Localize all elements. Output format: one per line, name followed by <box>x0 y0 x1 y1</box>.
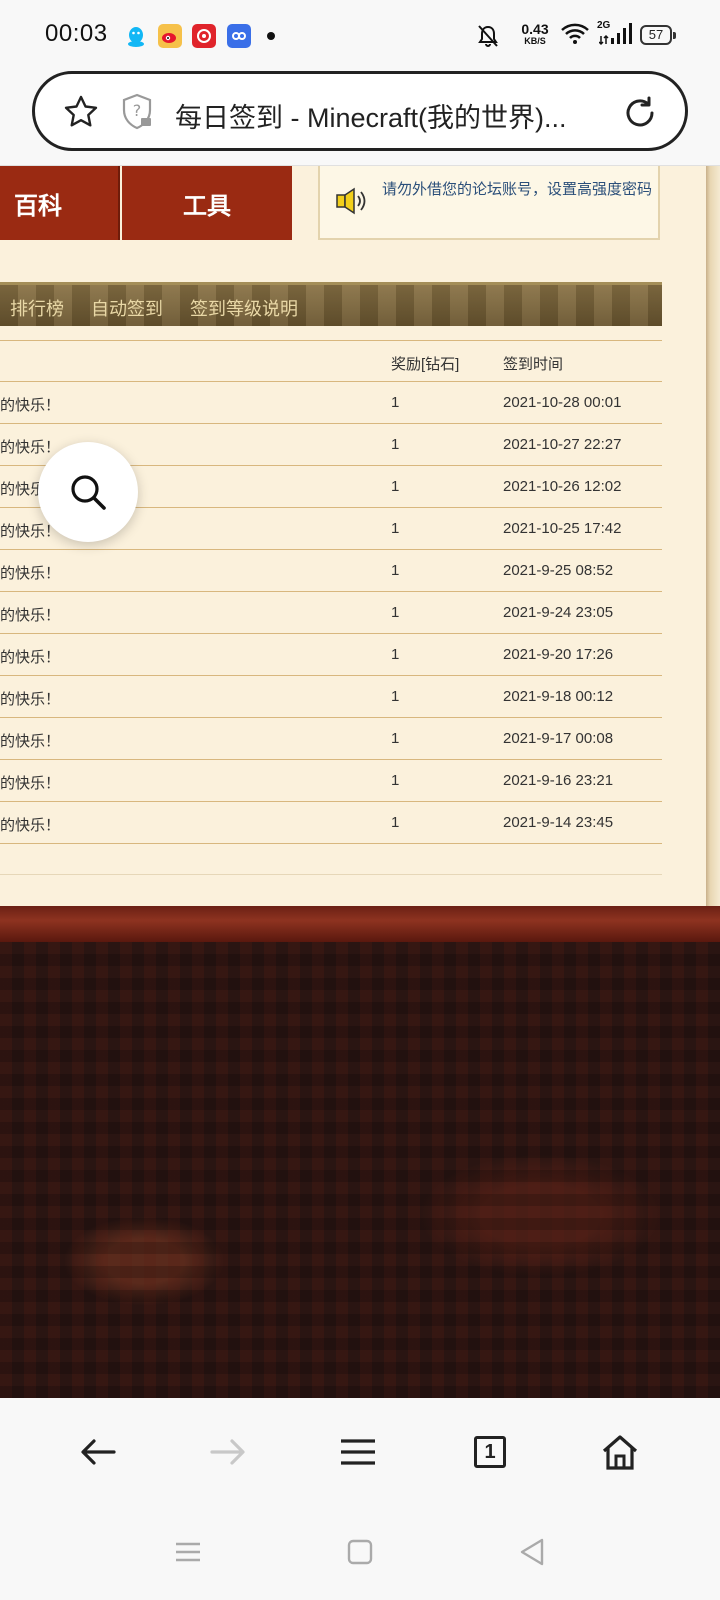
table-row: 的快乐！ 1 2021-9-16 23:21 <box>0 760 662 802</box>
page-right-border <box>706 166 720 906</box>
table-row: 的快乐！ 1 2021-9-20 17:26 <box>0 634 662 676</box>
status-bar: 00:03 0.43 KB/S 2G 57 <box>0 0 720 70</box>
sign-record-table: 奖励[钻石] 签到时间 的快乐！ 1 2021-10-28 00:01 的快乐！ 1 20… <box>0 340 662 844</box>
address-bar: ? 每日签到 - Minecraft(我的世界)... <box>0 70 720 166</box>
row-reward: 1 <box>391 604 400 621</box>
row-sign-time: 2021-10-28 00:01 <box>503 394 622 411</box>
sign-subnav: 排行榜 自动签到 签到等级说明 <box>0 282 662 326</box>
tab-count: 1 <box>474 1436 506 1468</box>
row-message: 的快乐！ <box>0 439 61 456</box>
web-content: 百科 工具 请勿外借您的论坛账号，设置高强度密码 排行榜 自动签到 签到等级说明… <box>0 166 720 1398</box>
net-speed: 0.43 KB/S <box>521 21 549 46</box>
netease-music-icon <box>192 24 216 48</box>
row-reward: 1 <box>391 772 400 789</box>
row-message: 的快乐！ <box>0 607 61 624</box>
system-navigation <box>0 1508 720 1600</box>
svg-text:?: ? <box>133 101 142 120</box>
address-pill[interactable]: ? 每日签到 - Minecraft(我的世界)... <box>32 71 688 151</box>
nav-tab-tools[interactable]: 工具 <box>122 166 292 240</box>
netherrack-background <box>0 942 720 1398</box>
row-message: 的快乐！ <box>0 817 61 834</box>
table-footer-line <box>0 874 662 875</box>
home-square-icon[interactable] <box>340 1532 380 1572</box>
row-message: 的快乐！ <box>0 397 61 414</box>
star-icon[interactable] <box>63 94 99 130</box>
table-row: 的快乐！ 1 2021-9-25 08:52 <box>0 550 662 592</box>
subnav-level-info[interactable]: 签到等级说明 <box>190 295 298 321</box>
forward-arrow-icon[interactable] <box>204 1428 252 1476</box>
search-button[interactable] <box>38 442 138 542</box>
subnav-auto-sign[interactable]: 自动签到 <box>91 295 163 321</box>
row-message: 的快乐！ <box>0 733 61 750</box>
row-sign-time: 2021-10-27 22:27 <box>503 436 622 453</box>
header-sign-time: 签到时间 <box>503 356 564 373</box>
table-header: 奖励[钻石] 签到时间 <box>0 340 662 382</box>
wifi-icon <box>560 22 590 51</box>
menu-icon[interactable] <box>334 1428 382 1476</box>
nav-tab-wiki[interactable]: 百科 <box>0 166 120 240</box>
search-icon <box>71 475 106 510</box>
speaker-icon <box>334 186 368 216</box>
row-reward: 1 <box>391 646 400 663</box>
browser-toolbar: 1 <box>0 1398 720 1508</box>
notice-box: 请勿外借您的论坛账号，设置高强度密码 <box>318 166 660 240</box>
table-row: 的快乐！ 1 2021-9-14 23:45 <box>0 802 662 844</box>
status-time: 00:03 <box>45 20 108 47</box>
row-message: 的快乐！ <box>0 649 61 666</box>
back-arrow-icon[interactable] <box>74 1428 122 1476</box>
row-message: 的快乐！ <box>0 565 61 582</box>
row-reward: 1 <box>391 436 400 453</box>
footer-band <box>0 906 720 942</box>
row-sign-time: 2021-9-17 00:08 <box>503 730 614 747</box>
tabs-button[interactable]: 1 <box>466 1428 514 1476</box>
row-message: 的快乐！ <box>0 775 61 792</box>
row-sign-time: 2021-9-18 00:12 <box>503 688 614 705</box>
row-reward: 1 <box>391 688 400 705</box>
row-sign-time: 2021-9-20 17:26 <box>503 646 614 663</box>
row-sign-time: 2021-9-24 23:05 <box>503 604 614 621</box>
header-reward: 奖励[钻石] <box>391 356 460 373</box>
row-reward: 1 <box>391 520 400 537</box>
row-reward: 1 <box>391 562 400 579</box>
row-reward: 1 <box>391 814 400 831</box>
row-reward: 1 <box>391 478 400 495</box>
row-sign-time: 2021-10-25 17:42 <box>503 520 622 537</box>
row-sign-time: 2021-9-16 23:21 <box>503 772 614 789</box>
qq-icon <box>124 24 148 48</box>
notice-text[interactable]: 请勿外借您的论坛账号，设置高强度密码 <box>382 180 652 199</box>
subnav-ranking[interactable]: 排行榜 <box>10 295 64 321</box>
table-row: 的快乐！ 1 2021-9-18 00:12 <box>0 676 662 718</box>
notification-dot <box>267 32 275 40</box>
weibo-icon <box>158 24 182 48</box>
row-reward: 1 <box>391 394 400 411</box>
back-triangle-icon[interactable] <box>512 1532 552 1572</box>
row-message: 的快乐！ <box>0 691 61 708</box>
link-app-icon <box>227 24 251 48</box>
row-sign-time: 2021-9-14 23:45 <box>503 814 614 831</box>
mute-bell-icon <box>477 24 499 53</box>
table-row: 的快乐！ 1 2021-10-28 00:01 <box>0 382 662 424</box>
page-title[interactable]: 每日签到 - Minecraft(我的世界)... <box>175 96 585 135</box>
table-row: 的快乐！ 1 2021-9-24 23:05 <box>0 592 662 634</box>
row-sign-time: 2021-9-25 08:52 <box>503 562 614 579</box>
table-row: 的快乐！ 1 2021-9-17 00:08 <box>0 718 662 760</box>
home-icon[interactable] <box>596 1428 644 1476</box>
row-sign-time: 2021-10-26 12:02 <box>503 478 622 495</box>
row-reward: 1 <box>391 730 400 747</box>
battery-indicator: 57 <box>640 25 676 45</box>
reload-icon[interactable] <box>621 94 659 132</box>
shield-question-icon[interactable]: ? <box>119 92 155 132</box>
recents-icon[interactable] <box>168 1532 208 1572</box>
